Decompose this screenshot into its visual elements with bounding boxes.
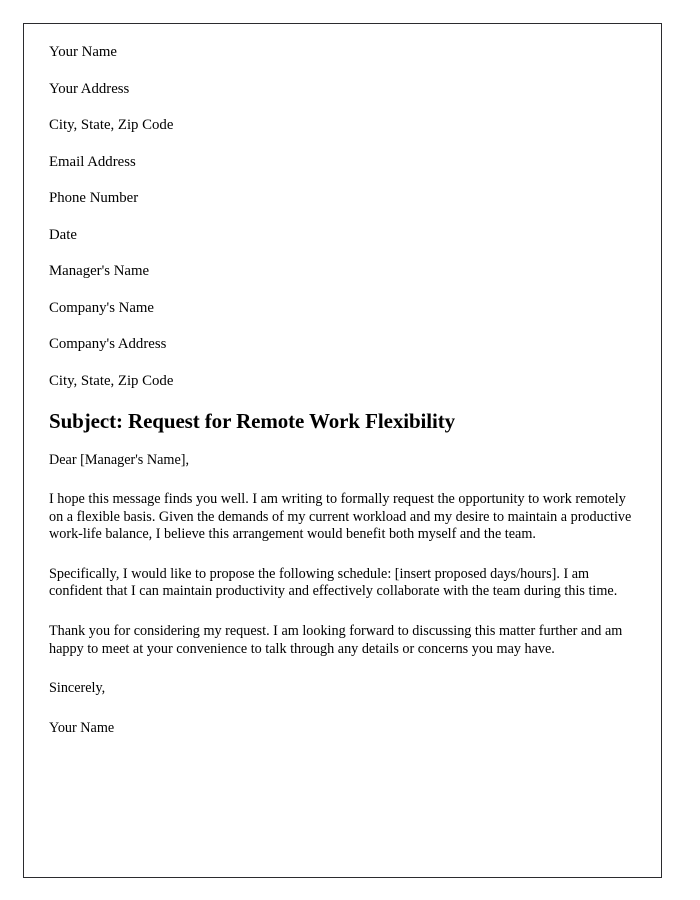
header-line-date: Date (49, 226, 77, 243)
header-line-sender-city: City, State, Zip Code (49, 117, 174, 134)
subject-heading: Subject: Request for Remote Work Flexibi… (49, 409, 456, 434)
body-paragraph-2: Specifically, I would like to propose th… (49, 565, 618, 600)
letter-content: Your Name Your Address City, State, Zip … (49, 44, 633, 737)
body-paragraph-3: Thank you for considering my request. I … (49, 622, 623, 657)
header-line-company-address: Company's Address (49, 336, 167, 353)
salutation-line: Dear [Manager's Name], (49, 452, 190, 469)
header-line-sender-name: Your Name (49, 44, 117, 60)
header-line-company-name: Company's Name (49, 299, 154, 316)
closing-salutation: Sincerely, (49, 680, 106, 697)
header-line-email: Email Address (49, 153, 136, 170)
letter-header-block: Your Name Your Address City, State, Zip … (49, 44, 633, 390)
letter-page: Your Name Your Address City, State, Zip … (23, 23, 662, 878)
letter-body: I hope this message finds you well. I am… (49, 491, 633, 658)
header-line-phone: Phone Number (49, 190, 139, 207)
body-paragraph-1: I hope this message finds you well. I am… (49, 490, 632, 543)
header-line-company-city: City, State, Zip Code (49, 372, 174, 389)
signature-name: Your Name (49, 719, 115, 736)
header-line-sender-address: Your Address (49, 80, 130, 97)
header-line-manager-name: Manager's Name (49, 263, 150, 280)
